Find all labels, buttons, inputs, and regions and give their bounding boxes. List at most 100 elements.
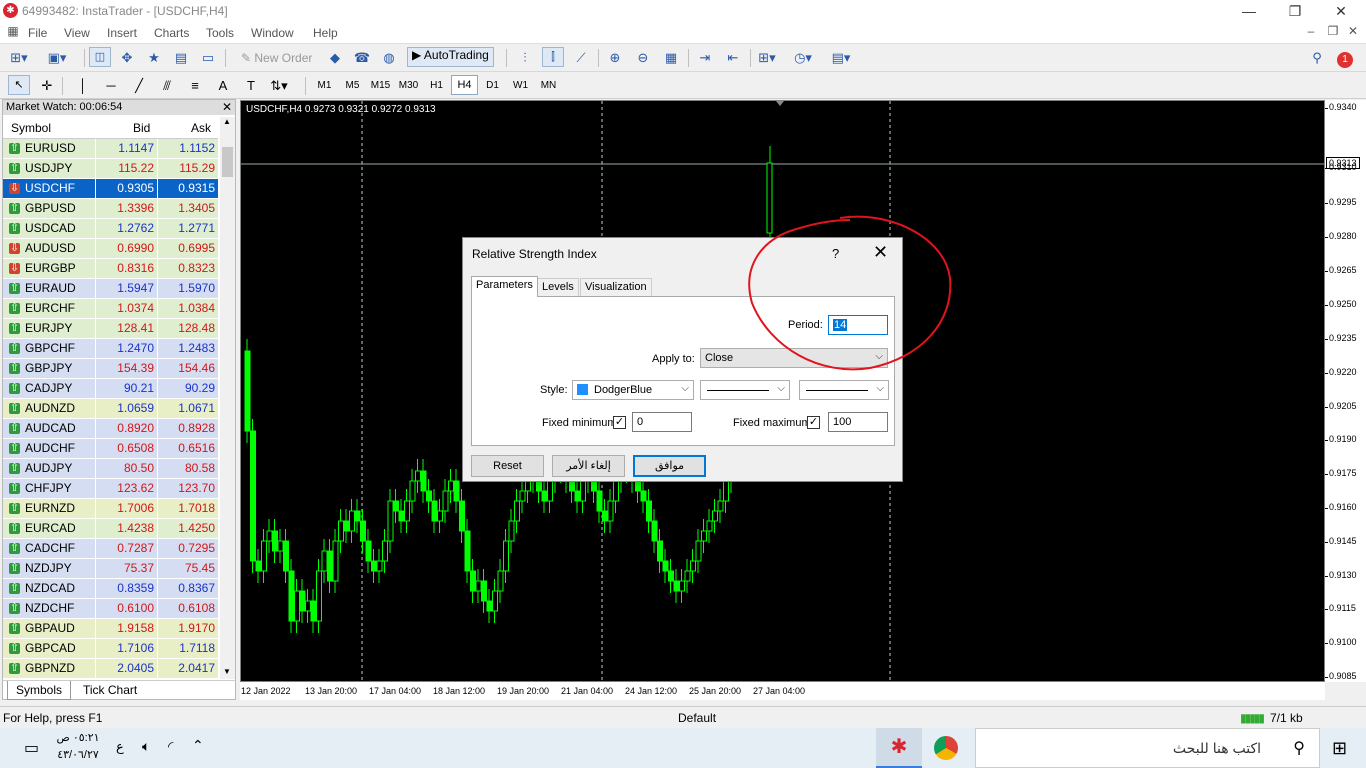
ok-button[interactable]: موافق xyxy=(633,455,706,477)
timeframe-m15[interactable]: M15 xyxy=(367,75,394,96)
terminal-icon[interactable]: ▭ xyxy=(197,47,219,69)
table-row[interactable]: ⇧ GBPCHF 1.2470 1.2483 xyxy=(3,339,218,359)
zoom-out-icon[interactable]: ⊖ xyxy=(632,47,654,69)
fixed-minimum-checkbox[interactable]: ✓ xyxy=(613,416,626,429)
maximize-button[interactable]: ❐ xyxy=(1272,2,1318,20)
text-icon[interactable]: A xyxy=(212,75,234,97)
table-row[interactable]: ⇧ USDCAD 1.2762 1.2771 xyxy=(3,219,218,239)
taskbar-date[interactable]: ٤٣/٠٦/٢٧ xyxy=(56,748,100,761)
table-row[interactable]: ⇧ NZDJPY 75.37 75.45 xyxy=(3,559,218,579)
bar-chart-icon[interactable]: ⫶ xyxy=(514,47,536,69)
table-row[interactable]: ⇧ EURUSD 1.1147 1.1152 xyxy=(3,139,218,159)
menu-view[interactable]: View xyxy=(64,26,90,40)
cursor-icon[interactable]: ↖ xyxy=(8,75,30,95)
tab-tick-chart[interactable]: Tick Chart xyxy=(75,681,145,700)
trendline-icon[interactable]: ╱ xyxy=(128,75,150,97)
table-row[interactable]: ⇧ EURCHF 1.0374 1.0384 xyxy=(3,299,218,319)
table-row[interactable]: ⇧ GBPJPY 154.39 154.46 xyxy=(3,359,218,379)
auto-trading-button[interactable]: ▶ AutoTrading xyxy=(407,47,494,67)
fixed-maximum-checkbox[interactable]: ✓ xyxy=(807,416,820,429)
profiles-icon[interactable]: ▣▾ xyxy=(46,47,68,69)
time-axis[interactable]: 12 Jan 2022 13 Jan 20:00 17 Jan 04:00 18 Ja… xyxy=(240,682,1325,700)
new-chart-icon[interactable]: ⊞▾ xyxy=(8,47,30,69)
fibonacci-icon[interactable]: ≡ xyxy=(184,75,206,97)
tab-levels[interactable]: Levels xyxy=(537,278,579,296)
table-row[interactable]: ⇧ USDJPY 115.22 115.29 xyxy=(3,159,218,179)
table-row[interactable]: ⇧ EURJPY 128.41 128.48 xyxy=(3,319,218,339)
timeframe-m5[interactable]: M5 xyxy=(339,75,366,96)
table-row[interactable]: ⇩ AUDUSD 0.6990 0.6995 xyxy=(3,239,218,259)
table-row[interactable]: ⇧ GBPUSD 1.3396 1.3405 xyxy=(3,199,218,219)
table-row[interactable]: ⇧ EURAUD 1.5947 1.5970 xyxy=(3,279,218,299)
table-row[interactable]: ⇧ GBPAUD 1.9158 1.9170 xyxy=(3,619,218,639)
chrome-icon[interactable] xyxy=(934,736,958,760)
table-row[interactable]: ⇧ NZDCHF 0.6100 0.6108 xyxy=(3,599,218,619)
zoom-in-icon[interactable]: ⊕ xyxy=(604,47,626,69)
column-bid[interactable]: Bid xyxy=(133,121,150,135)
taskbar-time[interactable]: ٠٥:٢١ ص xyxy=(56,731,100,744)
timeframe-m1[interactable]: M1 xyxy=(311,75,338,96)
line-style-select[interactable]: ⌵ xyxy=(700,380,790,400)
column-ask[interactable]: Ask xyxy=(191,121,211,135)
auto-scroll-icon[interactable]: ⇥ xyxy=(694,47,716,69)
reset-button[interactable]: Reset xyxy=(471,455,544,477)
menu-help[interactable]: Help xyxy=(313,26,338,40)
market-watch-icon[interactable]: ◫ xyxy=(89,47,111,67)
templates-icon[interactable]: ▤▾ xyxy=(830,47,852,69)
table-row[interactable]: ⇧ GBPNZD 2.0405 2.0417 xyxy=(3,659,218,679)
show-hidden-icons[interactable]: ⌃ xyxy=(192,737,204,754)
indicators-icon[interactable]: ⊞▾ xyxy=(756,47,778,69)
table-row[interactable]: ⇧ AUDCAD 0.8920 0.8928 xyxy=(3,419,218,439)
line-chart-icon[interactable]: ⟋ xyxy=(570,47,592,69)
scroll-up-icon[interactable]: ▲ xyxy=(223,117,231,126)
fixed-minimum-input[interactable]: 0 xyxy=(632,412,692,432)
navigator-icon[interactable]: ✥ xyxy=(116,47,138,69)
menu-tools[interactable]: Tools xyxy=(206,26,234,40)
market-icon[interactable]: ◍ xyxy=(378,47,400,69)
minimize-button[interactable]: — xyxy=(1226,2,1272,20)
timeframe-w1[interactable]: W1 xyxy=(507,75,534,96)
timeframe-h1[interactable]: H1 xyxy=(423,75,450,96)
meta-editor-icon[interactable]: ◆ xyxy=(324,47,346,69)
channel-icon[interactable]: ⫻ xyxy=(156,75,178,97)
table-row[interactable]: ⇩ USDCHF 0.9305 0.9315 xyxy=(3,179,218,199)
menu-insert[interactable]: Insert xyxy=(107,26,137,40)
wifi-icon[interactable]: ◜ xyxy=(168,738,173,755)
input-language[interactable]: ع xyxy=(116,739,124,755)
color-select[interactable]: DodgerBlue ⌵ xyxy=(572,380,694,400)
table-row[interactable]: ⇧ NZDCAD 0.8359 0.8367 xyxy=(3,579,218,599)
timeframe-m30[interactable]: M30 xyxy=(395,75,422,96)
menu-window[interactable]: Window xyxy=(251,26,294,40)
table-row[interactable]: ⇧ CADCHF 0.7287 0.7295 xyxy=(3,539,218,559)
table-row[interactable]: ⇧ CADJPY 90.21 90.29 xyxy=(3,379,218,399)
search-icon[interactable]: ⚲ xyxy=(1306,47,1328,69)
crosshair-icon[interactable]: ✛ xyxy=(36,75,58,97)
notification-center-icon[interactable]: ▭ xyxy=(24,738,39,758)
child-restore-icon[interactable]: ❐ xyxy=(1326,24,1340,40)
table-row[interactable]: ⇧ AUDNZD 1.0659 1.0671 xyxy=(3,399,218,419)
table-row[interactable]: ⇧ AUDCHF 0.6508 0.6516 xyxy=(3,439,218,459)
market-watch-close-icon[interactable]: ✕ xyxy=(222,100,232,114)
tab-parameters[interactable]: Parameters xyxy=(471,276,538,297)
signals-icon[interactable]: ☎ xyxy=(351,47,373,69)
timeframe-mn[interactable]: MN xyxy=(535,75,562,96)
table-row[interactable]: ⇧ EURNZD 1.7006 1.7018 xyxy=(3,499,218,519)
chart-shift-icon[interactable]: ⇤ xyxy=(722,47,744,69)
table-row[interactable]: ⇩ EURGBP 0.8316 0.8323 xyxy=(3,259,218,279)
candlestick-chart-icon[interactable]: ⫿ xyxy=(542,47,564,67)
text-label-icon[interactable]: T xyxy=(240,75,262,97)
fixed-maximum-input[interactable]: 100 xyxy=(828,412,888,432)
new-order-button[interactable]: ✎ New Order xyxy=(236,47,317,69)
tile-windows-icon[interactable]: ▦ xyxy=(660,47,682,69)
periods-icon[interactable]: ◷▾ xyxy=(792,47,814,69)
taskbar-search[interactable]: اكتب هنا للبحث ⚲ xyxy=(975,728,1320,768)
notifications-icon[interactable]: 1 xyxy=(1334,47,1356,69)
tab-symbols[interactable]: Symbols xyxy=(7,681,72,700)
data-window-icon[interactable]: ▤ xyxy=(170,47,192,69)
market-watch-scrollbar[interactable]: ▲ ▼ xyxy=(220,117,235,679)
child-close-icon[interactable]: ✕ xyxy=(1346,24,1360,40)
table-row[interactable]: ⇧ CHFJPY 123.62 123.70 xyxy=(3,479,218,499)
tab-visualization[interactable]: Visualization xyxy=(580,278,652,296)
menu-file[interactable]: File xyxy=(28,26,47,40)
child-minimize-icon[interactable]: – xyxy=(1304,24,1318,40)
